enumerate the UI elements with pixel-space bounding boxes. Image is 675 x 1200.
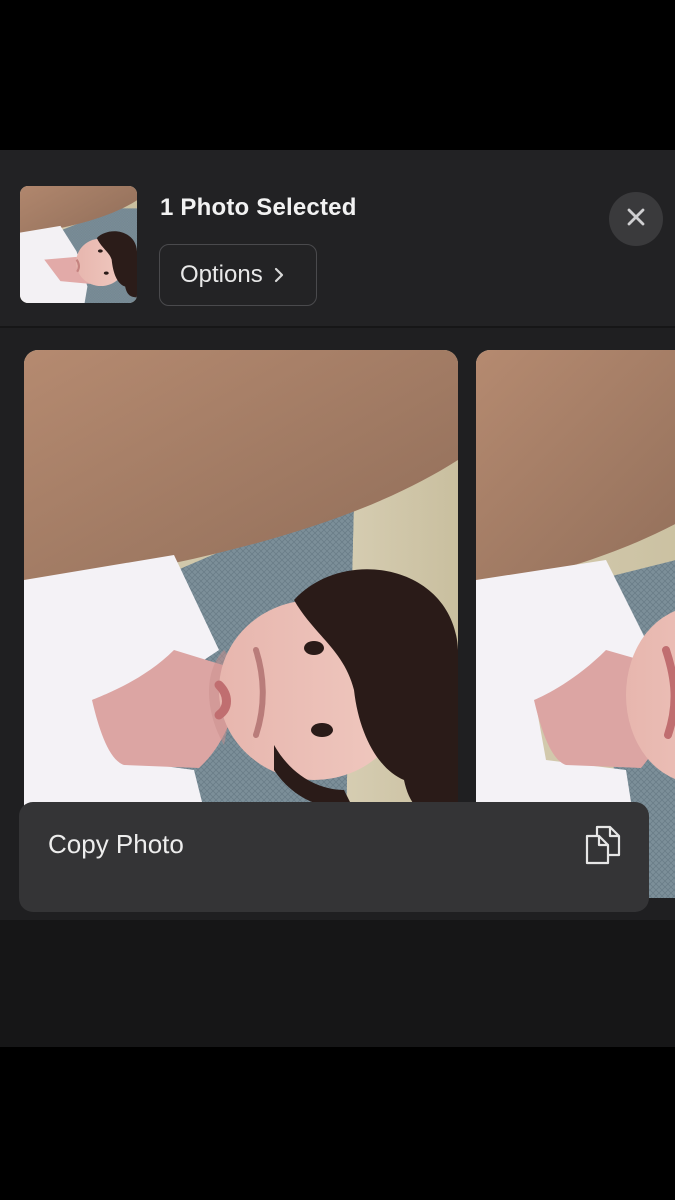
selected-photo-thumbnail	[20, 186, 137, 303]
chevron-right-icon	[273, 266, 285, 284]
options-label: Options	[180, 261, 263, 288]
options-button[interactable]: Options	[159, 244, 317, 306]
copy-icon	[583, 824, 623, 871]
header-divider	[0, 326, 675, 328]
copy-photo-action[interactable]: Copy Photo	[19, 802, 649, 912]
close-button[interactable]	[609, 192, 663, 246]
share-sheet-header: 1 Photo Selected Options	[0, 150, 675, 328]
selection-title: 1 Photo Selected	[160, 194, 357, 221]
copy-photo-label: Copy Photo	[48, 829, 184, 859]
close-icon	[626, 207, 646, 232]
share-sheet: 1 Photo Selected Options	[0, 150, 675, 1047]
screen: 1 Photo Selected Options Copy Photo	[0, 0, 675, 1200]
actions-area	[0, 920, 675, 1047]
